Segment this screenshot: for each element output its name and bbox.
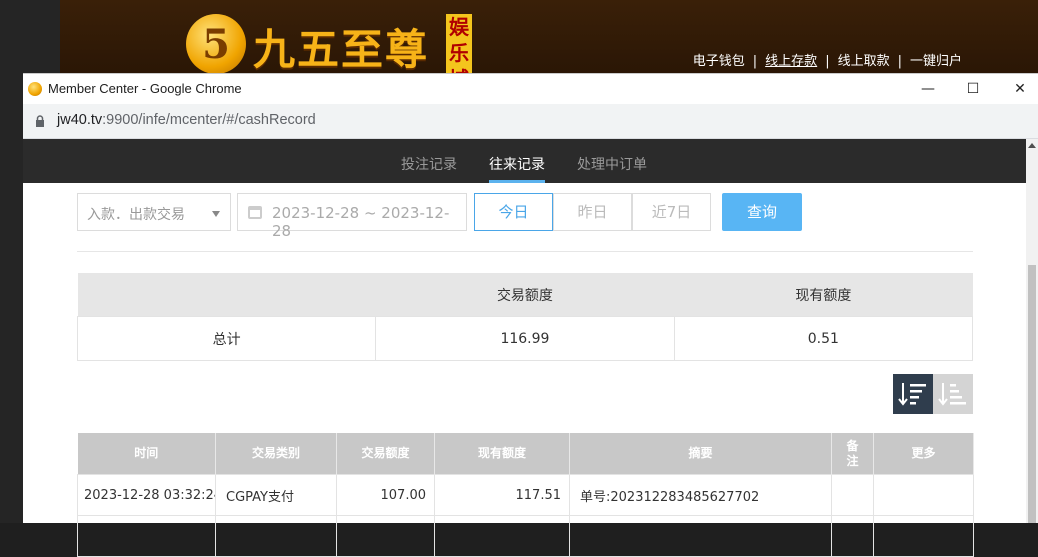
summary-header-balance: 现有额度 [674, 273, 973, 317]
record-summary: 单号:202312283485627702 [569, 474, 832, 516]
maximize-button[interactable]: ☐ [953, 78, 993, 100]
summary-balance: 0.51 [673, 316, 974, 361]
lock-icon [36, 115, 44, 127]
record-amount: 107.00 [336, 474, 435, 516]
record-remark [831, 474, 874, 516]
transaction-type-select[interactable]: 入款．出款交易 [77, 193, 231, 231]
browser-window: Member Center - Google Chrome — ☐ ✕ jw40… [23, 73, 1038, 557]
range-yesterday-button[interactable]: 昨日 [553, 193, 632, 231]
record-more[interactable] [873, 515, 974, 557]
tab-transaction-records[interactable]: 往来记录 [489, 154, 545, 183]
sort-descending-icon [898, 383, 926, 406]
link-e-wallet[interactable]: 电子钱包 [693, 54, 745, 69]
record-summary [569, 515, 832, 557]
site-banner: 5 九五至尊 娱乐城 电子钱包 | 线上存款 | 线上取款 | 一键归户 [60, 0, 1038, 75]
link-separator: | [897, 54, 902, 69]
window-titlebar: Member Center - Google Chrome — ☐ ✕ [23, 73, 1038, 104]
records-header-time[interactable]: 时间 [77, 433, 216, 475]
calendar-icon [248, 206, 262, 219]
records-header-type[interactable]: 交易类别 [215, 433, 337, 475]
tab-bet-records[interactable]: 投注记录 [401, 154, 457, 174]
record-more[interactable] [873, 474, 974, 516]
close-button[interactable]: ✕ [1000, 78, 1038, 100]
summary-trade-amount: 116.99 [375, 316, 675, 361]
record-time: 2023-12-28 03:32:24 [77, 474, 216, 516]
transaction-type-value: 入款．出款交易 [87, 207, 185, 223]
site-favicon-icon [28, 82, 42, 96]
summary-header-empty [77, 273, 376, 317]
summary-header-trade-amount: 交易额度 [375, 273, 675, 317]
record-balance: 117.51 [434, 474, 570, 516]
member-nav: 投注记录 往来记录 处理中订单 [23, 139, 1026, 183]
range-today-button[interactable]: 今日 [474, 193, 553, 231]
record-balance [434, 515, 570, 557]
sort-ascending-button[interactable] [933, 374, 973, 414]
record-time [77, 515, 216, 557]
records-table: 时间 交易类别 交易额度 现有额度 摘要 备注 更多 2023-12-28 03… [77, 433, 974, 557]
window-title: Member Center - Google Chrome [48, 81, 242, 96]
sort-ascending-icon [938, 383, 966, 406]
main-content: 入款．出款交易 2023-12-28 ~ 2023-12-28 今日 昨日 近7… [23, 183, 1026, 557]
divider [77, 251, 973, 252]
link-separator: | [752, 54, 758, 69]
scrollbar-thumb[interactable] [1028, 265, 1036, 523]
date-range-input[interactable]: 2023-12-28 ~ 2023-12-28 [237, 193, 467, 240]
table-row [77, 515, 974, 557]
range-7days-button[interactable]: 近7日 [632, 193, 711, 231]
records-header-amount[interactable]: 交易额度 [336, 433, 435, 475]
url-path: :9900/infe/mcenter/#/cashRecord [102, 112, 316, 128]
record-type: CGPAY支付 [215, 474, 337, 516]
link-separator: | [825, 54, 830, 69]
site-logo-badge: 娱乐城 [446, 14, 472, 75]
url-text[interactable]: jw40.tv:9900/infe/mcenter/#/cashRecord [57, 112, 316, 128]
link-online-deposit[interactable]: 线上存款 [765, 54, 817, 69]
site-logo-text: 九五至尊 [253, 25, 430, 74]
chevron-down-icon [212, 211, 220, 217]
record-remark [831, 515, 874, 557]
sort-descending-button[interactable] [893, 374, 933, 414]
records-header-balance[interactable]: 现有额度 [434, 433, 570, 475]
table-row: 2023-12-28 03:32:24 CGPAY支付 107.00 117.5… [77, 474, 974, 516]
records-header-remark[interactable]: 备注 [831, 433, 874, 475]
site-logo-icon: 5 [186, 14, 246, 74]
record-amount [336, 515, 435, 557]
scroll-up-arrow-icon[interactable] [1028, 143, 1036, 148]
banner-links: 电子钱包 | 线上存款 | 线上取款 | 一键归户 [689, 50, 966, 69]
url-host: jw40.tv [57, 112, 103, 128]
link-online-withdraw[interactable]: 线上取款 [838, 54, 890, 69]
tab-pending-orders[interactable]: 处理中订单 [577, 154, 647, 174]
summary-table: 交易额度 现有额度 总计 116.99 0.51 [76, 273, 974, 361]
minimize-button[interactable]: — [908, 78, 948, 100]
records-header-more[interactable]: 更多 [873, 433, 974, 475]
date-range-value: 2023-12-28 ~ 2023-12-28 [272, 204, 450, 240]
record-type [215, 515, 337, 557]
link-one-click-return[interactable]: 一键归户 [910, 54, 962, 69]
summary-total-label: 总计 [76, 316, 377, 361]
records-header-summary[interactable]: 摘要 [569, 433, 832, 475]
query-button[interactable]: 查询 [722, 193, 802, 231]
address-bar[interactable]: jw40.tv:9900/infe/mcenter/#/cashRecord [23, 104, 1038, 139]
